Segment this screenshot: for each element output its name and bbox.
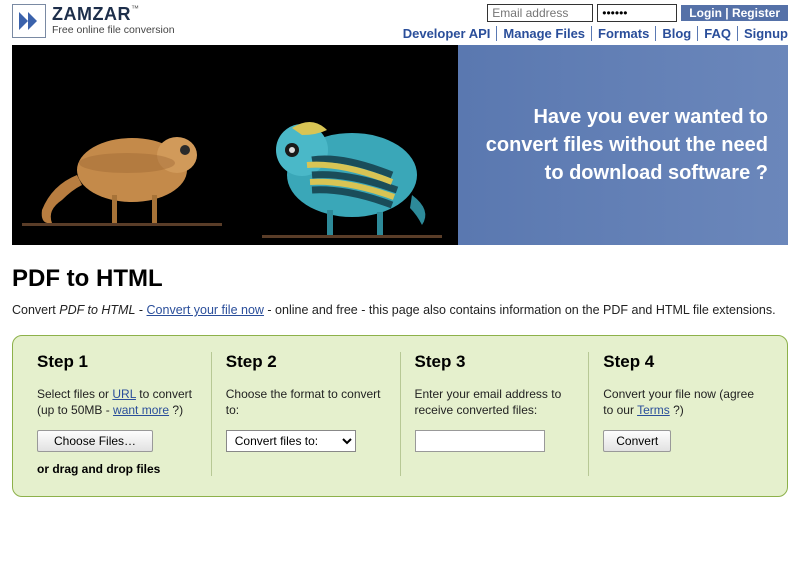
nav-blog[interactable]: Blog: [656, 26, 698, 41]
nav-signup[interactable]: Signup: [738, 26, 788, 41]
top-nav: Developer APIManage FilesFormatsBlogFAQS…: [397, 26, 788, 41]
nav-formats[interactable]: Formats: [592, 26, 656, 41]
step4-title: Step 4: [603, 352, 763, 372]
step3-text: Enter your email address to receive conv…: [415, 386, 575, 418]
step-2: Step 2 Choose the format to convert to: …: [212, 352, 401, 476]
page-title: PDF to HTML: [12, 265, 788, 293]
terms-link[interactable]: Terms: [637, 403, 670, 417]
logo-icon: [12, 4, 46, 38]
hero-banner: Have you ever wanted to convert files wi…: [12, 45, 788, 245]
step1-title: Step 1: [37, 352, 197, 372]
step2-text: Choose the format to convert to:: [226, 386, 386, 418]
nav-manage-files[interactable]: Manage Files: [497, 26, 592, 41]
chameleon-left-icon: [22, 115, 222, 245]
login-register-button[interactable]: Login | Register: [681, 5, 788, 21]
nav-faq[interactable]: FAQ: [698, 26, 738, 41]
password-field[interactable]: [597, 4, 677, 22]
convert-button[interactable]: Convert: [603, 430, 671, 452]
choose-files-button[interactable]: Choose Files…: [37, 430, 153, 452]
brand-tagline: Free online file conversion: [52, 25, 175, 37]
hero-headline: Have you ever wanted to convert files wi…: [478, 103, 768, 187]
page-subtext: Convert PDF to HTML - Convert your file …: [12, 303, 788, 317]
steps-panel: Step 1 Select files or URL to convert (u…: [12, 335, 788, 497]
brand-name: ZAMZAR™: [52, 5, 175, 25]
step1-text: Select files or URL to convert (up to 50…: [37, 386, 197, 418]
logo-area[interactable]: ZAMZAR™ Free online file conversion: [12, 4, 175, 38]
step2-title: Step 2: [226, 352, 386, 372]
step-3: Step 3 Enter your email address to recei…: [401, 352, 590, 476]
step-4: Step 4 Convert your file now (agree to o…: [589, 352, 777, 476]
convert-email-field[interactable]: [415, 430, 545, 452]
drag-drop-text: or drag and drop files: [37, 462, 197, 476]
step3-title: Step 3: [415, 352, 575, 372]
nav-developer-api[interactable]: Developer API: [397, 26, 498, 41]
step-1: Step 1 Select files or URL to convert (u…: [23, 352, 212, 476]
email-field[interactable]: [487, 4, 593, 22]
chameleon-right-icon: [232, 100, 452, 245]
hero-image-area: [12, 45, 458, 245]
convert-now-link[interactable]: Convert your file now: [147, 303, 264, 317]
want-more-link[interactable]: want more: [113, 403, 169, 417]
format-select[interactable]: Convert files to:: [226, 430, 356, 452]
step4-text: Convert your file now (agree to our Term…: [603, 386, 763, 418]
url-link[interactable]: URL: [112, 387, 136, 401]
